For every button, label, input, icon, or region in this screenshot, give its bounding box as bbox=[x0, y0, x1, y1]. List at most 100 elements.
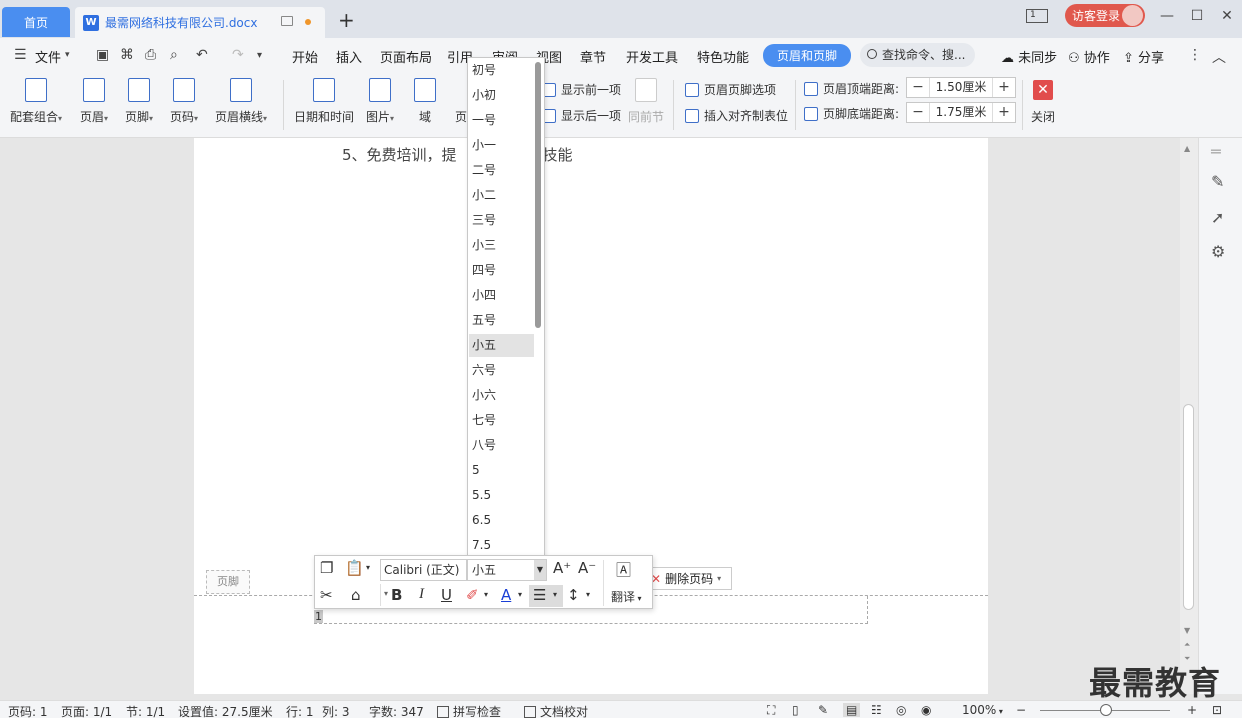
underline-button[interactable]: U bbox=[441, 586, 452, 604]
outline-view-icon[interactable]: ☷ bbox=[871, 703, 882, 717]
zoom-in-icon[interactable]: + bbox=[1187, 703, 1197, 717]
new-tab-button[interactable]: + bbox=[338, 8, 355, 32]
font-size-option[interactable]: 5.5 bbox=[469, 484, 534, 507]
login-button[interactable]: 访客登录 bbox=[1065, 4, 1145, 27]
document-page[interactable]: 5、免费培训，提 技能 页脚 1 ✕ 删除页码 ▾ bbox=[194, 138, 988, 694]
increase-icon[interactable]: + bbox=[993, 103, 1015, 122]
decrease-icon[interactable]: − bbox=[907, 103, 929, 122]
font-size-option[interactable]: 八号 bbox=[469, 434, 534, 457]
delete-page-number-button[interactable]: ✕ 删除页码 ▾ bbox=[646, 567, 732, 590]
status-word-count[interactable]: 字数: 347 bbox=[369, 703, 424, 718]
more-menu-icon[interactable]: ⋮ bbox=[1188, 47, 1202, 63]
font-size-option[interactable]: 三号 bbox=[469, 209, 534, 232]
font-size-select[interactable]: 小五 ▼ bbox=[467, 559, 547, 581]
picture-button[interactable]: 图片▾ bbox=[366, 78, 394, 125]
print-icon[interactable]: ⎙ bbox=[145, 47, 156, 63]
header-top-distance-value[interactable]: 1.50厘米 bbox=[929, 78, 993, 97]
font-size-dropdown[interactable]: 初号 小初 一号 小一 二号 小二 三号 小三 四号 小四 五号 小五 六号 小六 七号 八号 5 5.5 6.5 7… bbox=[467, 57, 545, 557]
insert-tab-button[interactable]: 插入对齐制表位 bbox=[685, 107, 788, 124]
align-options-icon[interactable]: ▾ bbox=[553, 590, 557, 599]
font-size-option[interactable]: 小五 bbox=[469, 334, 534, 357]
sync-button[interactable]: ☁ 未同步 bbox=[1001, 47, 1057, 66]
zoom-level[interactable]: 100% ▾ bbox=[962, 703, 1003, 717]
footer-bottom-distance-stepper[interactable]: − 1.75厘米 + bbox=[906, 102, 1016, 123]
show-prev-button[interactable]: 显示前一项 bbox=[542, 81, 621, 98]
brush-icon[interactable]: ⌂ bbox=[351, 586, 361, 604]
zoom-out-icon[interactable]: − bbox=[1016, 703, 1026, 717]
footer-bottom-distance-value[interactable]: 1.75厘米 bbox=[929, 103, 993, 122]
minimize-icon[interactable]: — bbox=[1152, 8, 1182, 24]
page-number-button[interactable]: 页码▾ bbox=[170, 78, 198, 125]
font-size-option[interactable]: 小三 bbox=[469, 234, 534, 257]
edit-mode-icon[interactable]: ✎ bbox=[818, 703, 828, 717]
scrollbar-thumb[interactable] bbox=[1183, 404, 1194, 610]
doc-proof-button[interactable]: 文档校对 bbox=[524, 703, 588, 718]
close-window-icon[interactable]: ✕ bbox=[1212, 8, 1242, 24]
font-size-option[interactable]: 小六 bbox=[469, 384, 534, 407]
font-size-option[interactable]: 四号 bbox=[469, 259, 534, 282]
same-prev-button[interactable]: 同前节 bbox=[628, 78, 664, 125]
menu-features[interactable]: 特色功能 bbox=[697, 47, 749, 66]
line-spacing-icon[interactable]: ↕ bbox=[567, 586, 580, 604]
font-size-option[interactable]: 7.5 bbox=[469, 534, 534, 557]
tab-document[interactable]: W 最需网络科技有限公司.docx bbox=[75, 7, 325, 38]
save-icon[interactable]: ▣ bbox=[96, 47, 109, 63]
scroll-up-icon[interactable]: ▲ bbox=[1184, 144, 1190, 153]
format-painter-icon[interactable]: ⌘ bbox=[120, 47, 134, 63]
font-size-option[interactable]: 初号 bbox=[469, 59, 534, 82]
show-next-button[interactable]: 显示后一项 bbox=[542, 107, 621, 124]
menu-file[interactable]: 文件 bbox=[35, 47, 61, 66]
header-line-button[interactable]: 页眉横线▾ bbox=[215, 78, 267, 125]
share-button[interactable]: ⇪ 分享 bbox=[1123, 47, 1164, 66]
maximize-icon[interactable]: ☐ bbox=[1182, 8, 1212, 24]
chevron-down-icon[interactable]: ▾ bbox=[65, 50, 70, 60]
eye-protect-icon[interactable]: ◉ bbox=[921, 703, 931, 717]
more-quick-icon[interactable]: ▾ bbox=[257, 50, 262, 61]
bold-button[interactable]: B bbox=[391, 586, 402, 604]
close-header-footer-button[interactable]: 关闭 bbox=[1031, 108, 1055, 125]
shrink-font-icon[interactable]: A⁻ bbox=[578, 559, 596, 577]
undo-icon[interactable]: ↶ bbox=[196, 47, 208, 63]
paste-options-icon[interactable]: ▾ bbox=[366, 563, 370, 572]
highlight-options-icon[interactable]: ▾ bbox=[484, 590, 488, 599]
menu-start[interactable]: 开始 bbox=[292, 47, 318, 66]
cursor-icon[interactable]: ➚ bbox=[1211, 208, 1224, 227]
monitor-icon[interactable] bbox=[281, 16, 293, 26]
font-select[interactable]: Calibri (正文) ▾ bbox=[380, 559, 467, 598]
spell-check-button[interactable]: 拼写检查 bbox=[437, 703, 501, 718]
collapse-ribbon-icon[interactable]: ︿ bbox=[1212, 47, 1226, 67]
grow-font-icon[interactable]: A⁺ bbox=[553, 559, 571, 577]
header-top-distance-stepper[interactable]: − 1.50厘米 + bbox=[906, 77, 1016, 98]
prev-page-icon[interactable]: ⏶ bbox=[1184, 640, 1190, 650]
menu-chapter[interactable]: 章节 bbox=[580, 47, 606, 66]
scroll-down-icon[interactable]: ▼ bbox=[1184, 626, 1190, 635]
page-partial-button[interactable]: 页 bbox=[455, 108, 467, 125]
increase-icon[interactable]: + bbox=[993, 78, 1015, 97]
align-left-icon[interactable]: ☰ bbox=[533, 586, 546, 604]
chevron-down-icon[interactable]: ▼ bbox=[534, 560, 546, 580]
italic-button[interactable]: I bbox=[419, 586, 424, 603]
web-view-icon[interactable]: ◎ bbox=[896, 703, 906, 717]
settings-sliders-icon[interactable]: ⚙ bbox=[1211, 242, 1225, 261]
cut-icon[interactable]: ✂ bbox=[320, 586, 333, 604]
page-view-icon[interactable]: ▤ bbox=[843, 703, 861, 717]
font-size-option[interactable]: 小初 bbox=[469, 84, 534, 107]
paste-icon[interactable]: 📋 bbox=[345, 559, 364, 577]
translate-button[interactable]: 翻译 ▾ bbox=[611, 588, 642, 605]
collab-button[interactable]: ⚇ 协作 bbox=[1068, 47, 1110, 66]
vertical-scrollbar[interactable]: ▲ ▼ ⏶ ⏷ bbox=[1180, 138, 1198, 694]
fullscreen-icon[interactable]: ⛶ bbox=[767, 703, 775, 718]
redo-icon[interactable]: ↷ bbox=[232, 47, 244, 63]
menu-developer[interactable]: 开发工具 bbox=[626, 47, 678, 66]
zoom-slider-knob[interactable] bbox=[1100, 704, 1112, 716]
line-spacing-options-icon[interactable]: ▾ bbox=[586, 590, 590, 599]
highlight-icon[interactable]: ✐ bbox=[466, 586, 479, 604]
copy-icon[interactable]: ❐ bbox=[320, 559, 333, 577]
font-size-option[interactable]: 七号 bbox=[469, 409, 534, 432]
window-tile-icon[interactable]: 1 bbox=[1026, 9, 1048, 23]
dropdown-scrollbar[interactable] bbox=[535, 62, 541, 328]
print-preview-icon[interactable]: ⌕ bbox=[170, 47, 178, 63]
datetime-button[interactable]: 日期和时间 bbox=[294, 78, 354, 125]
read-mode-icon[interactable]: ▯ bbox=[792, 703, 799, 717]
menu-insert[interactable]: 插入 bbox=[336, 47, 362, 66]
